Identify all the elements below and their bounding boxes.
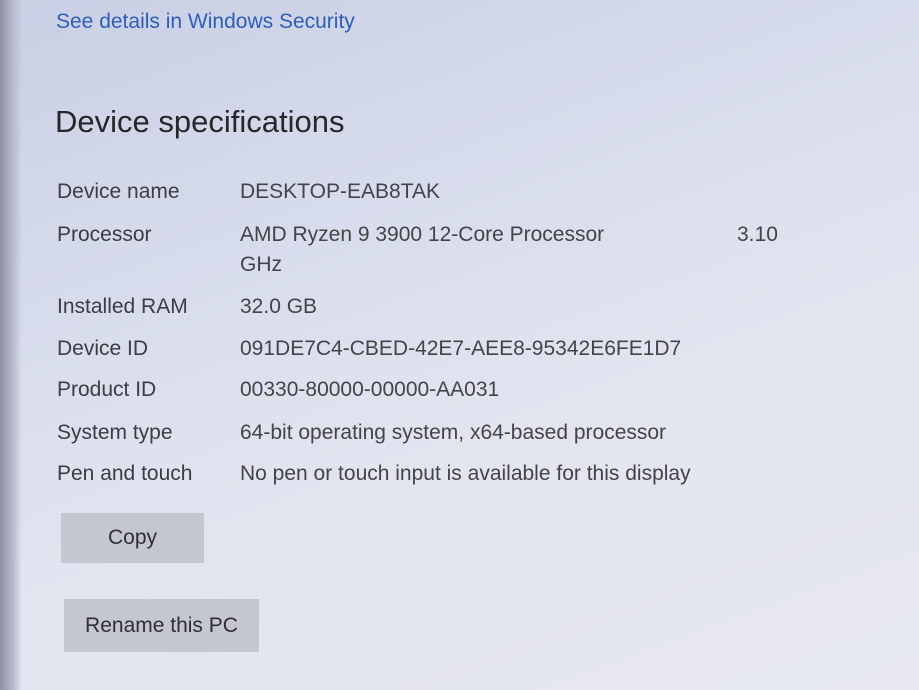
product-id-label: Product ID <box>57 378 157 401</box>
system-type-label: System type <box>57 421 173 444</box>
copy-button[interactable]: Copy <box>61 513 204 563</box>
windows-security-link[interactable]: See details in Windows Security <box>56 10 355 34</box>
system-type-value: 64-bit operating system, x64-based proce… <box>240 421 667 444</box>
device-id-label: Device ID <box>57 337 149 360</box>
processor-name: AMD Ryzen 9 3900 12-Core Processor <box>240 223 605 246</box>
device-name-value: DESKTOP-EAB8TAK <box>240 180 440 203</box>
installed-ram-label: Installed RAM <box>57 295 188 318</box>
pen-and-touch-value: No pen or touch input is available for t… <box>240 462 691 485</box>
rename-pc-button[interactable]: Rename this PC <box>64 599 259 652</box>
screen-edge <box>0 0 22 690</box>
installed-ram-value: 32.0 GB <box>240 295 318 318</box>
device-name-label: Device name <box>57 180 180 203</box>
product-id-value: 00330-80000-00000-AA031 <box>240 378 500 401</box>
processor-value: AMD Ryzen 9 3900 12-Core Processor 3.10 … <box>240 220 800 280</box>
pen-and-touch-label: Pen and touch <box>57 462 193 485</box>
device-id-value: 091DE7C4-CBED-42E7-AEE8-95342E6FE1D7 <box>240 337 682 360</box>
processor-speed-unit: GHz <box>240 253 282 276</box>
processor-speed: 3.10 <box>737 223 778 246</box>
device-specifications-heading: Device specifications <box>55 104 345 139</box>
processor-label: Processor <box>57 223 152 246</box>
